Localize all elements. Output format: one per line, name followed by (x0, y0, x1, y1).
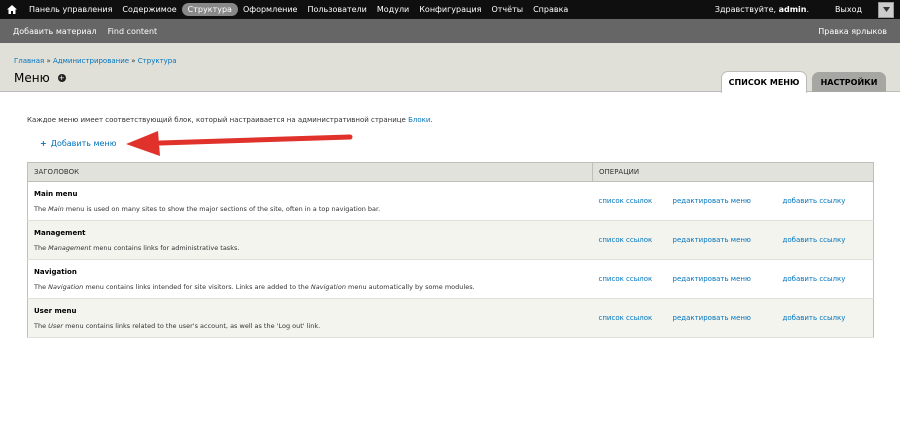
desc-post: menu contains links for administrative t… (93, 243, 240, 252)
greeting-suffix: . (806, 5, 810, 14)
shortcut-add-content[interactable]: Добавить материал (13, 27, 97, 36)
toolbar-toggle-button[interactable] (878, 1, 894, 18)
menu-name: User menu (34, 306, 77, 315)
desc-em: Main (48, 204, 64, 213)
edit-menu-link[interactable]: редактировать меню (672, 220, 783, 260)
desc-em: Navigation (48, 282, 84, 291)
add-shortcut-icon[interactable]: + (57, 74, 66, 82)
menu-name: Management (34, 228, 86, 237)
intro-body: Каждое меню имеет соответствующий блок, … (27, 116, 406, 124)
column-header-operations: ОПЕРАЦИИ (592, 162, 874, 182)
add-menu-label: Добавить меню (50, 139, 117, 148)
add-link-link[interactable]: добавить ссылку (782, 220, 874, 260)
page-title-wrap: Меню + (14, 71, 66, 85)
edit-menu-link[interactable]: редактировать меню (672, 298, 783, 338)
table-row: User menu The User menu contains links r… (27, 298, 874, 338)
table-row: Main menu The Main menu is used on many … (27, 181, 874, 221)
plus-icon: + (40, 139, 47, 148)
list-links-link[interactable]: список ссылок (592, 259, 673, 299)
menus-table: ЗАГОЛОВОК ОПЕРАЦИИ Main menu The Main me… (27, 162, 874, 338)
logout-link[interactable]: Выход (835, 5, 862, 14)
desc-pre: The (34, 204, 47, 213)
page-title: Меню (14, 71, 50, 85)
admin-toolbar: Панель управления Содержимое Структура О… (0, 0, 900, 19)
add-link-link[interactable]: добавить ссылку (782, 181, 874, 221)
desc-em: User (48, 321, 63, 330)
edit-menu-link[interactable]: редактировать меню (672, 259, 783, 299)
tab-menu-list[interactable]: СПИСОК МЕНЮ (721, 71, 807, 93)
blocks-link[interactable]: Блоки (408, 116, 430, 124)
shortcuts-bar: Добавить материал Find content Правка яр… (0, 19, 900, 43)
menu-configuration[interactable]: Конфигурация (414, 3, 486, 16)
menu-description: The Management menu contains links for a… (34, 244, 593, 252)
menu-people[interactable]: Пользователи (302, 3, 371, 16)
breadcrumb-home[interactable]: Главная (14, 57, 44, 65)
menu-description: The Main menu is used on many sites to s… (34, 205, 593, 213)
menu-modules[interactable]: Модули (372, 3, 414, 16)
breadcrumb-admin[interactable]: Администрирование (53, 57, 129, 65)
desc-pre: The (34, 321, 47, 330)
menu-name: Navigation (34, 267, 77, 276)
column-header-title: ЗАГОЛОВОК (27, 162, 593, 182)
edit-shortcuts-link[interactable]: Правка ярлыков (818, 27, 887, 36)
menu-description: The Navigation menu contains links inten… (34, 283, 593, 291)
breadcrumb: Главная » Администрирование » Структура (14, 57, 177, 65)
edit-menu-link[interactable]: редактировать меню (672, 181, 783, 221)
chevron-down-icon (882, 7, 890, 12)
desc-post: menu contains links related to the user'… (65, 321, 321, 330)
home-icon[interactable] (0, 0, 24, 19)
desc-em: Management (48, 243, 91, 252)
add-link-link[interactable]: добавить ссылку (782, 259, 874, 299)
list-links-link[interactable]: список ссылок (592, 220, 673, 260)
menu-description: The User menu contains links related to … (34, 322, 593, 330)
add-link-link[interactable]: добавить ссылку (782, 298, 874, 338)
shortcut-find-content[interactable]: Find content (108, 27, 158, 36)
intro-end: . (430, 116, 433, 124)
list-links-link[interactable]: список ссылок (592, 298, 673, 338)
tab-settings[interactable]: НАСТРОЙКИ (812, 72, 886, 92)
menu-dashboard[interactable]: Панель управления (24, 3, 117, 16)
table-row: Navigation The Navigation menu contains … (27, 259, 874, 299)
desc-mid: menu contains links intended for site vi… (85, 282, 309, 291)
intro-text: Каждое меню имеет соответствующий блок, … (27, 116, 433, 124)
menu-structure[interactable]: Структура (181, 3, 238, 16)
greeting: Здравствуйте, admin. (715, 5, 809, 14)
desc-em2: Navigation (310, 282, 346, 291)
menu-reports[interactable]: Отчёты (486, 3, 528, 16)
menu-help[interactable]: Справка (528, 3, 573, 16)
add-menu-link[interactable]: + Добавить меню (40, 139, 116, 148)
admin-menu: Панель управления Содержимое Структура О… (24, 3, 573, 16)
breadcrumb-structure[interactable]: Структура (138, 57, 177, 65)
desc-post: menu is used on many sites to show the m… (65, 204, 381, 213)
menu-name: Main menu (34, 189, 78, 198)
desc-pre: The (34, 243, 47, 252)
greeting-prefix: Здравствуйте, (714, 5, 777, 14)
table-row: Management The Management menu contains … (27, 220, 874, 260)
greeting-user[interactable]: admin (779, 5, 807, 14)
desc-pre: The (34, 282, 47, 291)
menu-content[interactable]: Содержимое (117, 3, 181, 16)
menu-appearance[interactable]: Оформление (238, 3, 303, 16)
list-links-link[interactable]: список ссылок (592, 181, 673, 221)
desc-post: menu automatically by some modules. (348, 282, 475, 291)
